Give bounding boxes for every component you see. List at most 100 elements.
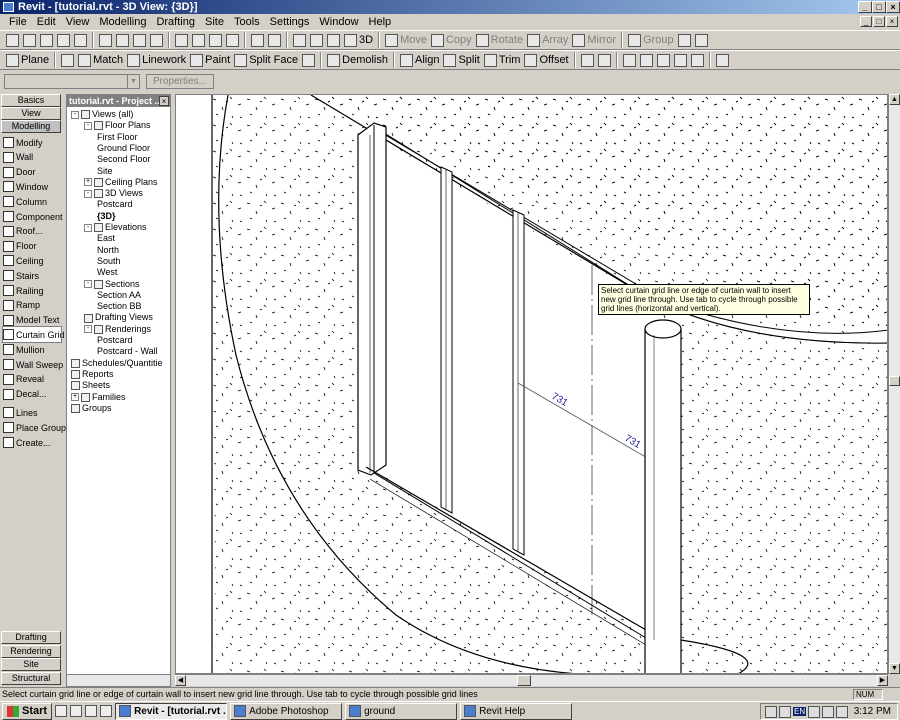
minimize-button[interactable]: _ (858, 1, 872, 13)
expand-icon[interactable]: + (84, 178, 92, 187)
save-all-button[interactable] (55, 31, 72, 49)
undo-button[interactable] (173, 31, 190, 49)
tree-node[interactable]: Site (97, 166, 113, 177)
designbar-item-wall[interactable]: Wall (3, 150, 61, 165)
tree-node[interactable]: - Elevations (84, 222, 147, 233)
tree-node[interactable]: {3D} (97, 211, 116, 222)
designbar-tab-basics[interactable]: Basics (1, 94, 61, 107)
collapse-icon[interactable]: - (84, 223, 92, 232)
thin-lines-button[interactable] (249, 31, 266, 49)
menu-help[interactable]: Help (364, 16, 397, 28)
collapse-icon[interactable]: - (84, 189, 92, 198)
tree-node[interactable]: + Families (71, 392, 126, 403)
designbar-item-window[interactable]: Window (3, 179, 61, 194)
array-button[interactable]: Array (525, 31, 570, 49)
scroll-up-icon[interactable]: ▲ (889, 94, 900, 105)
expand-icon[interactable]: + (71, 393, 79, 402)
language-indicator[interactable]: EN (793, 707, 807, 716)
designbar-item-create[interactable]: Create... (3, 435, 61, 450)
help-button[interactable] (266, 31, 283, 49)
browser-horizontal-scrollbar[interactable] (67, 674, 170, 686)
pick-button[interactable] (579, 51, 596, 69)
designbar-item-component[interactable]: Component (3, 209, 63, 224)
tree-node[interactable]: West (97, 267, 117, 278)
rotate-button[interactable]: Rotate (474, 31, 525, 49)
cut-button-2[interactable] (672, 51, 689, 69)
start-button[interactable]: Start (2, 702, 53, 720)
designbar-item-floor[interactable]: Floor (3, 239, 61, 254)
properties-button[interactable]: Properties... (146, 73, 214, 89)
menu-file[interactable]: File (4, 16, 32, 28)
layer-button[interactable] (59, 51, 76, 69)
mirror-button[interactable]: Mirror (570, 31, 618, 49)
delete-button[interactable] (148, 31, 165, 49)
type-selector-dropdown[interactable]: ▼ (4, 73, 140, 89)
tree-node[interactable]: North (97, 245, 119, 256)
designbar-item-decal[interactable]: Decal... (3, 387, 61, 402)
print-button[interactable] (72, 31, 89, 49)
unjoin-button[interactable] (638, 51, 655, 69)
lock-button[interactable] (676, 31, 693, 49)
copy-button[interactable]: Copy (429, 31, 474, 49)
tree-node[interactable]: South (97, 256, 121, 267)
split-face-button[interactable]: Split Face (232, 51, 300, 69)
demolish-button[interactable]: Demolish (325, 51, 390, 69)
tray-app-icon[interactable] (765, 705, 777, 718)
doc-minimize-button[interactable]: _ (860, 16, 872, 27)
collapse-icon[interactable]: - (71, 110, 79, 119)
offset-button[interactable]: Offset (522, 51, 570, 69)
join-button[interactable] (621, 51, 638, 69)
tree-node[interactable]: Ground Floor (97, 143, 150, 154)
collapse-icon[interactable]: - (84, 121, 92, 130)
menu-edit[interactable]: Edit (32, 16, 61, 28)
move-button[interactable]: Move (383, 31, 429, 49)
tree-node[interactable]: - Views (all) (71, 109, 133, 120)
scroll-right-icon[interactable]: ▶ (877, 675, 888, 686)
cut-button[interactable] (97, 31, 114, 49)
quicklaunch-browser-icon[interactable] (100, 705, 113, 717)
redo-button[interactable] (207, 31, 224, 49)
doc-close-button[interactable]: × (886, 16, 898, 27)
view-3d-canvas[interactable]: 731 731 Select curtain grid line or edge… (175, 94, 888, 674)
designbar-item-mullion[interactable]: Mullion (3, 342, 61, 357)
menu-settings[interactable]: Settings (265, 16, 315, 28)
maximize-button[interactable]: □ (872, 1, 886, 13)
horizontal-scroll-thumb[interactable] (517, 675, 531, 686)
designbar-item-railing[interactable]: Railing (3, 283, 61, 298)
menu-drafting[interactable]: Drafting (151, 16, 200, 28)
pin-button[interactable] (693, 31, 710, 49)
quicklaunch-desktop-icon[interactable] (70, 705, 83, 717)
split-button[interactable]: Split (441, 51, 481, 69)
scroll-left-icon[interactable]: ◀ (175, 675, 186, 686)
tree-node[interactable]: Groups (71, 403, 112, 414)
menu-tools[interactable]: Tools (229, 16, 265, 28)
designbar-item-modify[interactable]: Modify (3, 135, 61, 150)
designbar-item-column[interactable]: Column (3, 194, 61, 209)
dynamic-view-button[interactable] (291, 31, 308, 49)
task-revit-help[interactable]: Revit Help (460, 702, 573, 720)
redo-dropdown[interactable] (224, 31, 241, 49)
round-column[interactable] (644, 328, 682, 674)
designbar-item-ceiling[interactable]: Ceiling (3, 253, 61, 268)
designbar-tab-site[interactable]: Site (1, 658, 61, 671)
task-photoshop[interactable]: Adobe Photoshop (230, 702, 343, 720)
clock[interactable]: 3:12 PM (854, 706, 891, 717)
vertical-scroll-thumb[interactable] (889, 376, 900, 386)
close-button[interactable]: × (886, 1, 900, 13)
paint-button[interactable]: Paint (188, 51, 232, 69)
group-button[interactable]: Group (626, 31, 676, 49)
tray-antivirus-icon[interactable] (836, 705, 849, 718)
doc-restore-button[interactable]: □ (873, 16, 885, 27)
designbar-item-door[interactable]: Door (3, 165, 61, 180)
tree-node[interactable]: Postcard (97, 199, 133, 210)
trim-button[interactable]: Trim (482, 51, 523, 69)
designbar-item-model-text[interactable]: Model Text (3, 313, 61, 328)
tray-volume-icon[interactable] (822, 705, 835, 718)
designbar-tab-modelling[interactable]: Modelling (1, 120, 61, 133)
undo-dropdown[interactable] (190, 31, 207, 49)
tray-display-icon[interactable] (808, 705, 821, 718)
horizontal-scrollbar[interactable]: ◀ ▶ (175, 674, 888, 686)
collapse-icon[interactable]: - (84, 325, 92, 334)
wall-joins-button[interactable] (655, 51, 672, 69)
open-button[interactable] (21, 31, 38, 49)
